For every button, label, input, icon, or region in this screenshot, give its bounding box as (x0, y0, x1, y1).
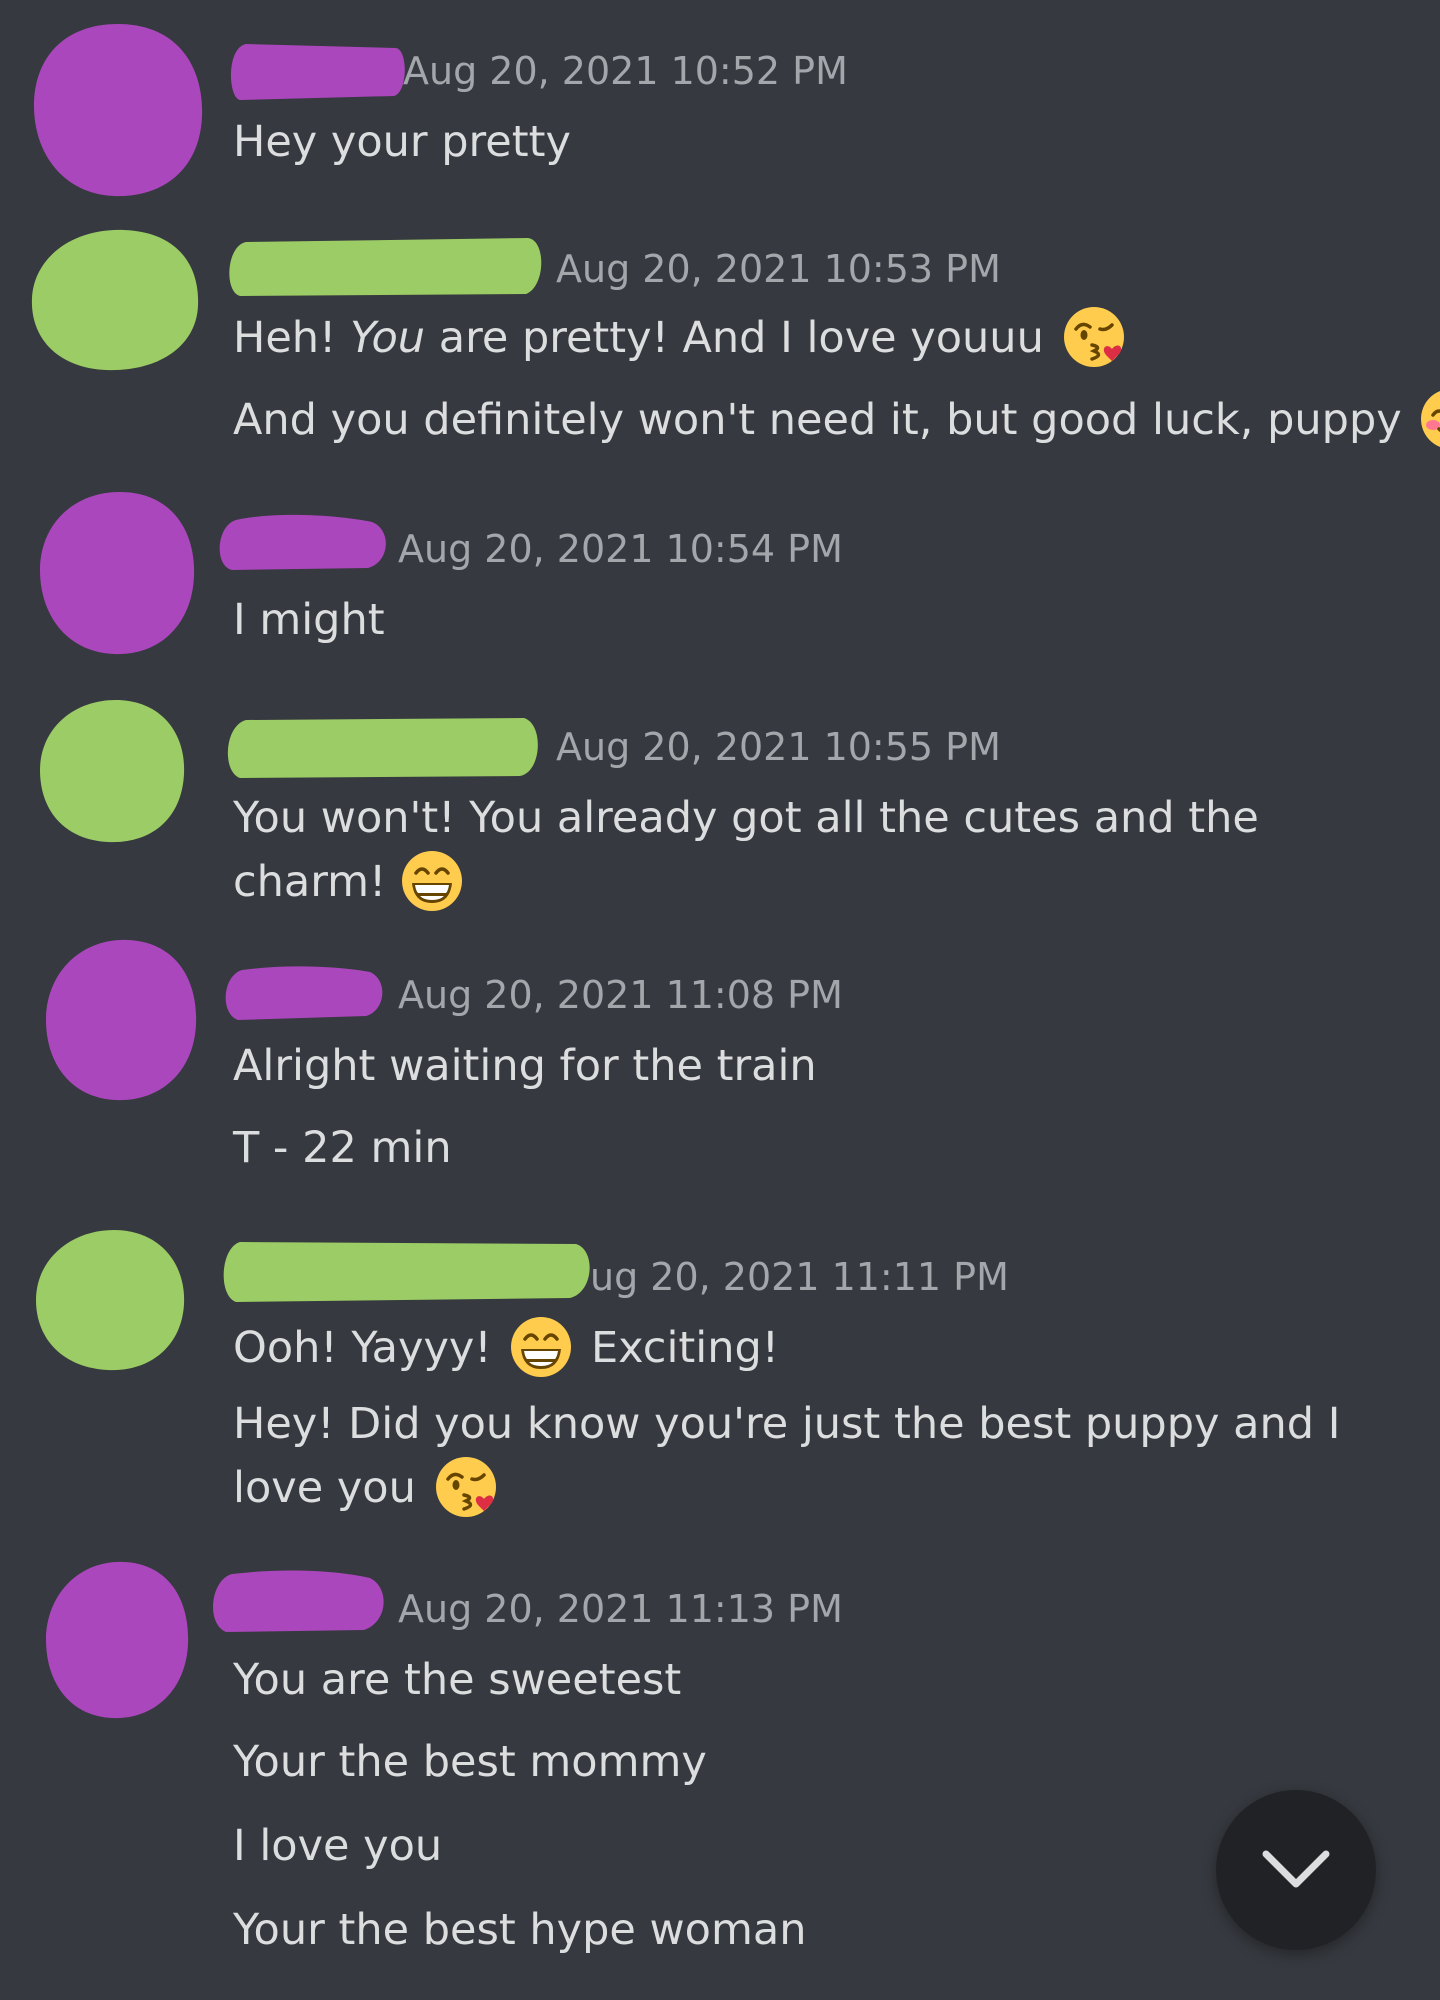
grinning-emoji (509, 1315, 573, 1379)
message-timestamp: Aug 20, 2021 10:52 PM (403, 49, 848, 93)
avatar[interactable] (32, 1226, 188, 1376)
redacted-username[interactable] (220, 712, 544, 782)
smiling-blush-emoji (1419, 387, 1440, 451)
chevron-down-icon (1262, 1850, 1330, 1888)
message-text: T - 22 min (233, 1123, 452, 1173)
message-timestamp: Aug 20, 2021 10:54 PM (398, 527, 843, 571)
avatar[interactable] (28, 226, 204, 374)
avatar[interactable] (30, 20, 206, 200)
chat-scroll-area[interactable]: Aug 20, 2021 10:52 PM Hey your pretty Au… (0, 0, 1440, 2000)
message-timestamp: Aug 20, 2021 10:55 PM (556, 725, 1001, 769)
message-text: Alright waiting for the train (233, 1041, 817, 1091)
avatar[interactable] (36, 488, 198, 660)
avatar[interactable] (42, 1558, 192, 1724)
redacted-username[interactable] (216, 962, 388, 1026)
message-text: Hey your pretty (233, 117, 571, 167)
kissing-heart-emoji (1062, 305, 1126, 369)
message-text: I might (233, 595, 385, 645)
avatar[interactable] (36, 696, 188, 848)
message-text: And you definitely won't need it, but go… (233, 388, 1440, 452)
redacted-username[interactable] (212, 510, 392, 576)
redacted-username[interactable] (204, 1566, 390, 1638)
message-text: Your the best mommy (233, 1737, 707, 1787)
avatar[interactable] (42, 936, 200, 1106)
message-timestamp: Aug 20, 2021 11:08 PM (398, 973, 843, 1017)
message-text: You are the sweetest (233, 1655, 682, 1705)
message-text: You won't! You already got all the cutes… (233, 786, 1373, 914)
redacted-username[interactable] (222, 234, 548, 300)
grinning-emoji (400, 849, 464, 913)
jump-to-latest-button[interactable] (1216, 1790, 1376, 1950)
message-timestamp: ug 20, 2021 11:11 PM (590, 1255, 1009, 1299)
kissing-heart-emoji (434, 1455, 498, 1519)
redacted-username[interactable] (226, 40, 408, 104)
message-text: I love you (233, 1821, 443, 1871)
message-text: Hey! Did you know you're just the best p… (233, 1392, 1373, 1520)
message-timestamp: Aug 20, 2021 11:13 PM (398, 1587, 843, 1631)
message-text: Ooh! Yayyy! Exciting! (233, 1316, 779, 1380)
message-text: Heh! You are pretty! And I love youuu (233, 306, 1130, 370)
message-text: Your the best hype woman (233, 1905, 807, 1955)
message-timestamp: Aug 20, 2021 10:53 PM (556, 247, 1001, 291)
redacted-username[interactable] (216, 1234, 596, 1306)
